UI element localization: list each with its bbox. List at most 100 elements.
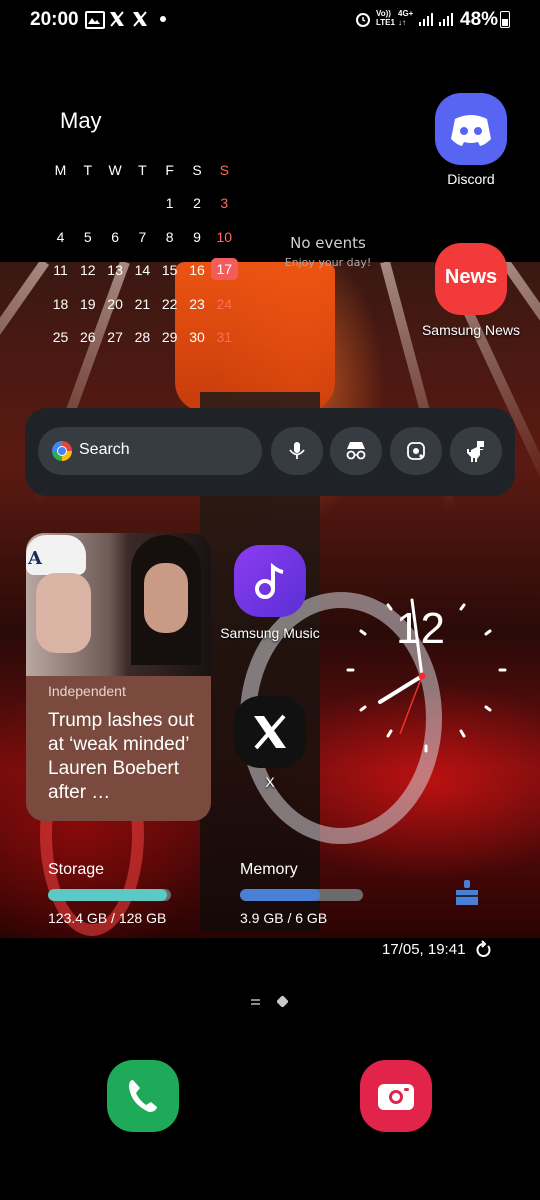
dino-icon [467,441,484,462]
chrome-icon [52,441,72,461]
calendar-day[interactable]: 13 [102,262,129,278]
page-indicator-menu[interactable] [251,999,260,1001]
x-label: X [265,774,275,790]
voice-search-button[interactable] [271,427,323,475]
calendar-day[interactable]: 24 [211,296,238,312]
search-bar[interactable]: Search [38,427,262,475]
incognito-icon [346,442,366,460]
discord-app-icon[interactable] [435,93,507,165]
calendar-day[interactable]: 27 [102,329,129,345]
x-icon [131,10,149,32]
x-icon [108,10,126,32]
network-volte: Vo)) [376,9,391,18]
storage-bar [48,889,171,901]
battery-icon [500,11,510,28]
samsung-music-label: Samsung Music [220,625,320,641]
calendar-day[interactable]: 16 [184,262,211,278]
camera-icon [378,1084,414,1110]
calendar-month[interactable]: May [60,108,102,134]
calendar-day[interactable]: 22 [156,296,183,312]
data-arrows-icon: ↓↑ [398,18,406,27]
calendar-day[interactable]: 19 [74,296,101,312]
calendar-day[interactable]: 30 [184,329,211,345]
discord-label: Discord [447,171,495,187]
signal-icon [438,11,454,31]
music-note-icon [255,562,284,599]
calendar-day[interactable]: 20 [102,296,129,312]
calendar-day[interactable]: 6 [102,229,129,245]
network-lte: LTE1 [376,18,395,27]
calendar-day[interactable]: 21 [129,296,156,312]
incognito-button[interactable] [330,427,382,475]
news-icon-text: News [444,266,498,288]
news-source: Independent [48,683,126,699]
news-headline: Trump lashes out at ‘weak minded’ Lauren… [48,710,195,803]
lens-button[interactable] [390,427,442,475]
calendar-day[interactable]: 2 [184,195,211,211]
calendar-day[interactable]: 23 [184,296,211,312]
samsung-news-label: Samsung News [421,322,521,338]
calendar-day[interactable]: 3 [211,195,238,211]
gallery-icon [85,11,105,29]
calendar-day[interactable]: 26 [74,329,101,345]
clean-brush-button[interactable] [452,878,482,912]
camera-app-icon[interactable] [360,1060,432,1132]
memory-bar [240,889,363,901]
lens-icon [407,442,425,460]
clock-hour-marker: 12 [396,604,445,653]
brush-icon [456,880,478,905]
calendar-day[interactable]: 14 [129,262,156,278]
calendar-day[interactable]: 12 [74,262,101,278]
calendar-day[interactable]: 9 [184,229,211,245]
calendar-weekday: F [165,162,174,178]
calendar-day[interactable]: 7 [129,229,156,245]
x-logo-icon [254,714,286,750]
device-care-updated: 17/05, 19:41 [382,941,466,958]
samsung-music-app-icon[interactable] [234,545,306,617]
calendar-weekday: S [219,162,229,178]
storage-value: 123.4 GB / 128 GB [48,910,167,926]
calendar-day[interactable]: 1 [156,195,183,211]
no-events-text: No events [290,234,366,252]
x-app-icon[interactable] [234,696,306,768]
calendar-day[interactable]: 31 [211,329,238,345]
calendar-weekday: T [138,162,147,178]
calendar-weekday: W [108,162,122,178]
calendar-day[interactable]: 25 [47,329,74,345]
news-card[interactable]: A Independent Trump lashes out at ‘weak … [26,533,211,821]
calendar-day[interactable]: 10 [211,229,238,245]
calendar-weekday: T [83,162,93,178]
dot-icon [160,16,166,22]
calendar-day[interactable]: 15 [156,262,183,278]
search-placeholder: Search [79,441,130,458]
phone-icon [129,1080,157,1112]
mic-icon [289,442,305,459]
enjoy-day-text: Enjoy your day! [284,256,372,269]
discord-icon [451,115,491,146]
news-photo: A [26,533,211,676]
battery-percent: 48% [460,9,499,30]
calendar-day[interactable]: 11 [47,262,74,278]
status-time: 20:00 [30,9,79,30]
calendar-day[interactable]: 8 [156,229,183,245]
memory-label: Memory [240,861,298,878]
calendar-day[interactable]: 28 [129,329,156,345]
network-4g: 4G+ [398,9,414,18]
analog-clock[interactable]: 12 [340,584,516,760]
calendar-day-today[interactable]: 17 [210,258,238,280]
calendar-day[interactable]: 5 [74,229,101,245]
samsung-news-app-icon[interactable]: News [435,243,507,315]
memory-bar-fill [240,889,320,901]
dino-game-button[interactable] [450,427,502,475]
phone-app-icon[interactable] [107,1060,179,1132]
storage-bar-fill [48,889,167,901]
calendar-weekday: S [192,162,202,178]
dock-background [0,938,540,1200]
calendar-day[interactable]: 4 [47,229,74,245]
signal-icon [418,11,434,31]
calendar-day[interactable]: 18 [47,296,74,312]
calendar-day[interactable]: 29 [156,329,183,345]
alarm-icon [355,11,371,31]
refresh-button[interactable] [474,940,492,964]
calendar-weekday: M [54,162,67,178]
